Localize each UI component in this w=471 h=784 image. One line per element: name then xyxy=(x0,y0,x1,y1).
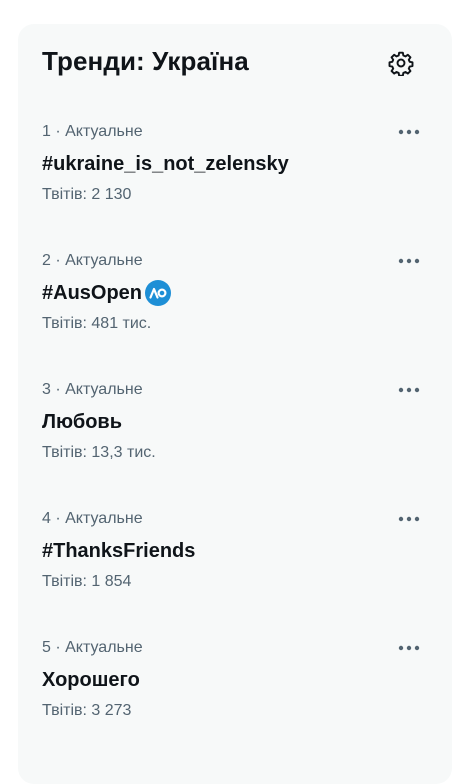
more-options-button[interactable] xyxy=(394,120,424,144)
trend-count: Твітів: 2 130 xyxy=(42,186,132,203)
trend-meta: 2 · Актуальне xyxy=(42,252,143,269)
more-dots-icon xyxy=(398,516,420,522)
trend-count: Твітів: 13,3 тис. xyxy=(42,444,156,461)
trend-name-text: #AusOpen xyxy=(42,282,143,304)
more-options-button[interactable] xyxy=(394,378,424,402)
more-dots-icon xyxy=(398,129,420,135)
ausopen-logo-icon xyxy=(145,280,172,306)
trend-item-3[interactable]: 3 · Актуальне Любовь Твітів: 13,3 тис. xyxy=(18,360,452,489)
trend-item-1[interactable]: 1 · Актуальне #ukraine_is_not_zelensky Т… xyxy=(18,102,452,231)
trend-meta: 1 · Актуальне xyxy=(42,123,143,140)
trend-name: Любовь xyxy=(42,410,428,434)
trend-count: Твітів: 3 273 xyxy=(42,702,132,719)
trend-meta: 3 · Актуальне xyxy=(42,381,143,398)
more-options-button[interactable] xyxy=(394,249,424,273)
more-options-button[interactable] xyxy=(394,507,424,531)
more-dots-icon xyxy=(398,387,420,393)
trend-count: Твітів: 1 854 xyxy=(42,573,132,590)
trend-item-5[interactable]: 5 · Актуальне Хорошего Твітів: 3 273 xyxy=(18,618,452,747)
trend-name: #AusOpen xyxy=(42,280,428,306)
trend-name: #ukraine_is_not_zelensky xyxy=(42,152,428,176)
trend-count: Твітів: 481 тис. xyxy=(42,315,152,332)
trend-name-text: Любовь xyxy=(42,411,123,433)
trend-item-4[interactable]: 4 · Актуальне #ThanksFriends Твітів: 1 8… xyxy=(18,489,452,618)
trend-name-text: #ukraine_is_not_zelensky xyxy=(42,153,289,175)
trend-name: Хорошего xyxy=(42,668,428,692)
more-options-button[interactable] xyxy=(394,636,424,660)
trends-header: Тренди: Україна xyxy=(18,24,452,102)
gear-icon xyxy=(388,51,414,76)
settings-button[interactable] xyxy=(386,48,416,78)
more-dots-icon xyxy=(398,258,420,264)
trends-panel: Тренди: Україна 1 · Актуальне #ukraine_i… xyxy=(18,24,452,784)
trends-title: Тренди: Україна xyxy=(42,46,249,76)
trend-name-text: Хорошего xyxy=(42,669,140,691)
trend-name-text: #ThanksFriends xyxy=(42,540,196,562)
trend-item-2[interactable]: 2 · Актуальне #AusOpen Твітів: 481 тис. xyxy=(18,231,452,360)
trend-meta: 5 · Актуальне xyxy=(42,639,143,656)
trend-name: #ThanksFriends xyxy=(42,539,428,563)
more-dots-icon xyxy=(398,645,420,651)
trend-meta: 4 · Актуальне xyxy=(42,510,143,527)
